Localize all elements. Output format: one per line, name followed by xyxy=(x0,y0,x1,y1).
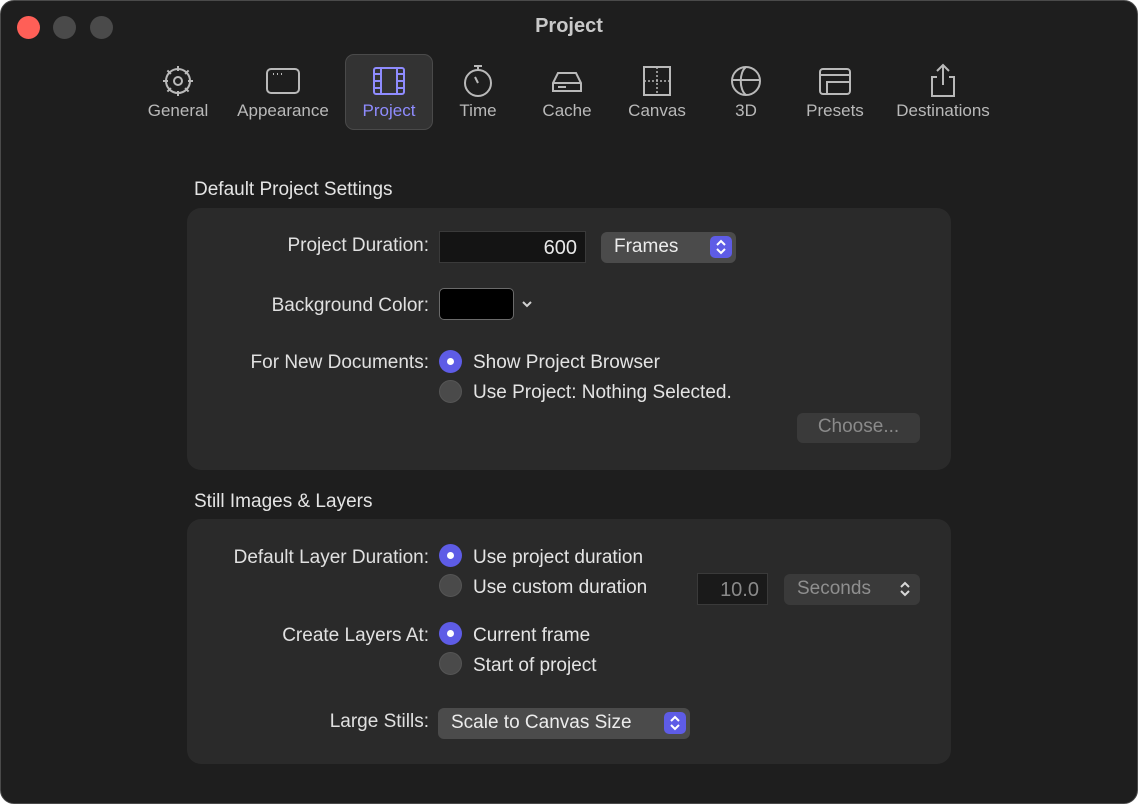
custom-duration-unit-popup[interactable]: Seconds xyxy=(784,574,920,605)
tab-canvas[interactable]: Canvas xyxy=(621,55,693,129)
background-color-swatch[interactable] xyxy=(439,288,514,320)
background-color-label: Background Color: xyxy=(271,295,429,316)
preferences-window: Project General Appearance Project Time … xyxy=(0,0,1138,804)
large-stills-value: Scale to Canvas Size xyxy=(451,712,632,733)
duration-unit-value: Frames xyxy=(614,236,679,257)
gear-icon xyxy=(163,66,193,96)
tab-presets[interactable]: Presets xyxy=(799,55,871,129)
share-icon xyxy=(931,63,955,97)
use-project-radio[interactable] xyxy=(439,380,462,403)
chevron-updown-icon xyxy=(710,236,732,258)
tab-project[interactable]: Project xyxy=(345,54,433,130)
preferences-toolbar: General Appearance Project Time Cache Ca… xyxy=(1,54,1137,131)
tab-general[interactable]: General xyxy=(141,55,215,129)
film-icon xyxy=(373,67,405,95)
default-project-settings-heading: Default Project Settings xyxy=(194,179,393,200)
default-layer-duration-label: Default Layer Duration: xyxy=(233,547,429,568)
project-duration-label: Project Duration: xyxy=(287,235,429,256)
use-custom-duration-label[interactable]: Use custom duration xyxy=(473,577,647,599)
canvas-icon xyxy=(643,66,671,96)
custom-unit-value: Seconds xyxy=(797,578,871,599)
use-project-label[interactable]: Use Project: Nothing Selected. xyxy=(473,382,732,404)
project-duration-field[interactable]: 600 xyxy=(439,231,586,263)
tab-3d[interactable]: 3D xyxy=(715,55,777,129)
chevron-down-icon[interactable] xyxy=(521,300,533,310)
start-of-project-radio[interactable] xyxy=(439,652,462,675)
create-layers-at-label: Create Layers At: xyxy=(282,625,429,646)
start-of-project-label[interactable]: Start of project xyxy=(473,655,597,677)
drive-icon xyxy=(552,72,582,92)
choose-button[interactable]: Choose... xyxy=(797,413,920,443)
custom-duration-field[interactable]: 10.0 xyxy=(697,573,768,605)
new-documents-label: For New Documents: xyxy=(250,352,429,373)
tab-time[interactable]: Time xyxy=(447,55,509,129)
use-project-duration-radio[interactable] xyxy=(439,544,462,567)
chevron-updown-icon xyxy=(894,578,916,600)
still-images-heading: Still Images & Layers xyxy=(194,491,373,512)
current-frame-label[interactable]: Current frame xyxy=(473,625,590,647)
window-icon xyxy=(266,68,300,94)
stopwatch-icon xyxy=(464,65,492,97)
use-project-duration-label[interactable]: Use project duration xyxy=(473,547,643,569)
large-stills-popup[interactable]: Scale to Canvas Size xyxy=(438,708,690,739)
tab-appearance[interactable]: Appearance xyxy=(227,55,339,129)
window-title: Project xyxy=(535,15,603,37)
tab-cache[interactable]: Cache xyxy=(531,55,603,129)
current-frame-radio[interactable] xyxy=(439,622,462,645)
chevron-updown-icon xyxy=(664,712,686,734)
show-project-browser-label[interactable]: Show Project Browser xyxy=(473,352,660,374)
globe-icon xyxy=(731,66,761,96)
presets-icon xyxy=(819,68,851,95)
tab-destinations[interactable]: Destinations xyxy=(885,55,1001,129)
show-project-browser-radio[interactable] xyxy=(439,350,462,373)
duration-unit-popup[interactable]: Frames xyxy=(601,232,736,263)
large-stills-label: Large Stills: xyxy=(329,711,429,732)
use-custom-duration-radio[interactable] xyxy=(439,574,462,597)
